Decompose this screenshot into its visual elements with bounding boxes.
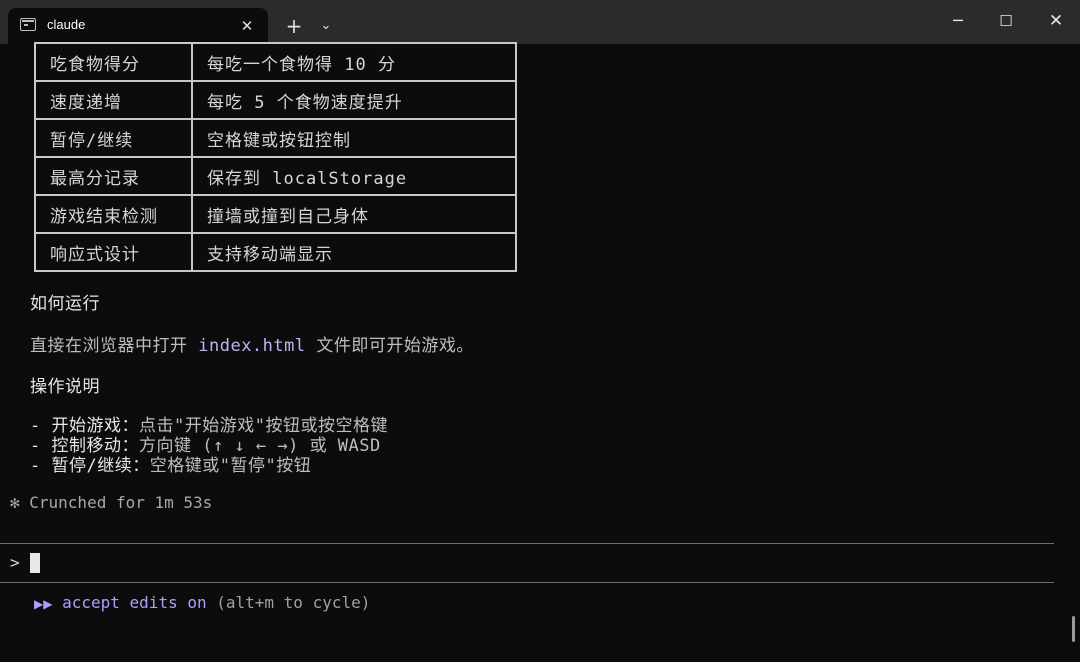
run-prefix: 直接在浏览器中打开 — [30, 336, 199, 356]
prompt-symbol: > — [10, 553, 20, 572]
controls-heading: 操作说明 — [30, 377, 100, 397]
text-cursor[interactable] — [30, 553, 40, 573]
new-tab-button[interactable]: + — [280, 12, 308, 40]
bullet-key: - 暂停/继续： — [30, 456, 150, 476]
title-bar: claude ✕ + ⌄ ─ ☐ ✕ — [0, 0, 1080, 44]
table-row: 响应式设计 支持移动端显示 — [34, 232, 517, 272]
feature-cell: 吃食物得分 — [34, 42, 193, 82]
table-row: 暂停/继续 空格键或按钮控制 — [34, 118, 517, 158]
input-top-divider — [0, 543, 1054, 544]
bullet-pause: - 暂停/继续：空格键或"暂停"按钮 — [30, 451, 311, 476]
table-row: 吃食物得分 每吃一个食物得 10 分 — [34, 42, 517, 82]
table-row: 最高分记录 保存到 localStorage — [34, 156, 517, 196]
minimize-button[interactable]: ─ — [934, 0, 982, 44]
description-cell: 每吃 5 个食物速度提升 — [191, 80, 517, 120]
feature-cell: 暂停/继续 — [34, 118, 193, 158]
description-cell: 撞墙或撞到自己身体 — [191, 194, 517, 234]
table-row: 游戏结束检测 撞墙或撞到自己身体 — [34, 194, 517, 234]
run-suffix: 文件即可开始游戏。 — [305, 336, 474, 356]
description-cell: 空格键或按钮控制 — [191, 118, 517, 158]
description-cell: 支持移动端显示 — [191, 232, 517, 272]
close-button[interactable]: ✕ — [1032, 0, 1080, 44]
maximize-button[interactable]: ☐ — [982, 0, 1030, 44]
run-instructions: 直接在浏览器中打开 index.html 文件即可开始游戏。 — [30, 331, 474, 356]
description-cell: 保存到 localStorage — [191, 156, 517, 196]
chevron-down-icon[interactable]: ⌄ — [312, 12, 340, 40]
mode-indicator[interactable]: ▶▶ accept edits on (alt+m to cycle) — [34, 593, 370, 612]
mode-hint: (alt+m to cycle) — [206, 593, 371, 612]
feature-cell: 响应式设计 — [34, 232, 193, 272]
status-line: ✻ Crunched for 1m 53s — [10, 493, 213, 512]
mode-label: accept edits on — [62, 593, 207, 612]
tab-title: claude — [47, 17, 86, 32]
how-to-run-heading: 如何运行 — [30, 294, 100, 314]
feature-cell: 游戏结束检测 — [34, 194, 193, 234]
tab-claude[interactable]: claude ✕ — [8, 8, 268, 44]
terminal-content[interactable]: 吃食物得分 每吃一个食物得 10 分速度递增 每吃 5 个食物速度提升 暂停/继续 空格… — [0, 42, 1080, 662]
input-bottom-divider — [0, 582, 1054, 583]
feature-cell: 最高分记录 — [34, 156, 193, 196]
run-file: index.html — [198, 336, 306, 356]
fast-forward-icon: ▶▶ — [34, 597, 53, 611]
terminal-icon — [20, 18, 36, 31]
table-row: 速度递增 每吃 5 个食物速度提升 — [34, 80, 517, 120]
bullet-text: 空格键或"暂停"按钮 — [149, 456, 312, 476]
feature-table: 吃食物得分 每吃一个食物得 10 分速度递增 每吃 5 个食物速度提升 暂停/继续 空格… — [34, 42, 517, 272]
description-cell: 每吃一个食物得 10 分 — [191, 42, 517, 82]
feature-cell: 速度递增 — [34, 80, 193, 120]
tab-close-icon[interactable]: ✕ — [236, 15, 258, 37]
scrollbar[interactable] — [1072, 616, 1075, 642]
